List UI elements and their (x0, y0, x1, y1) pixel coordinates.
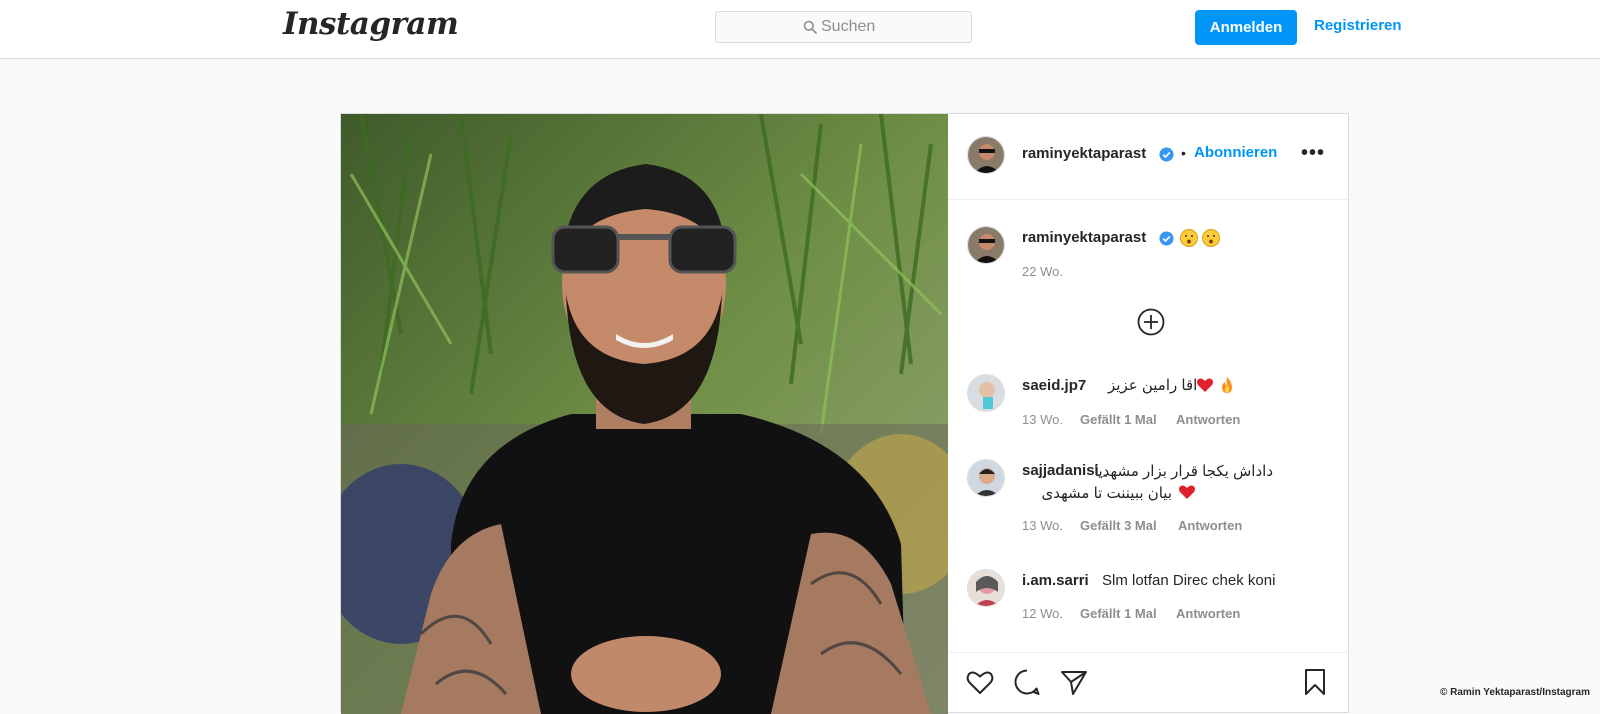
avatar-image (968, 375, 1004, 411)
caption-username[interactable]: raminyektaparast (1022, 229, 1146, 246)
search-box[interactable] (715, 11, 972, 43)
comment-text: Slm lotfan Direc chek koni (1102, 572, 1276, 589)
heart-emoji-icon (1197, 378, 1213, 392)
comment-text: داداش یکجا قرار بزار مشهدیا (1093, 463, 1273, 480)
author-avatar[interactable] (967, 136, 1005, 174)
follow-button[interactable]: Abonnieren (1194, 144, 1277, 161)
comment-text: اقا رامین عزیز (1108, 377, 1198, 394)
post-header: raminyektaparast • Abonnieren ••• (948, 114, 1348, 200)
more-icon[interactable]: ••• (1301, 142, 1325, 165)
avatar-image (968, 570, 1004, 606)
separator-dot: • (1181, 145, 1186, 161)
caption-timestamp: 22 Wo. (1022, 264, 1063, 279)
image-credit: © Ramin Yektaparast/Instagram (1439, 687, 1590, 698)
comment-likes[interactable]: Gefällt 3 Mal (1080, 518, 1157, 533)
avatar-image (968, 227, 1004, 263)
search-input[interactable] (821, 12, 961, 42)
comment-avatar[interactable] (967, 459, 1005, 497)
heart-icon[interactable] (965, 667, 995, 697)
sad-face-icon (1180, 229, 1198, 247)
comment-reply-button[interactable]: Antworten (1176, 606, 1240, 621)
comment-text-line-2: بیان ببیننت تا مشهدی (1041, 485, 1173, 502)
share-icon[interactable] (1059, 667, 1089, 697)
comment-likes[interactable]: Gefällt 1 Mal (1080, 412, 1157, 427)
comment-timestamp: 13 Wo. (1022, 412, 1063, 427)
register-link[interactable]: Registrieren (1314, 17, 1402, 34)
login-button[interactable]: Anmelden (1195, 10, 1297, 45)
verified-icon (1159, 147, 1174, 162)
fire-icon (1222, 377, 1232, 393)
comment-username[interactable]: i.am.sarri (1022, 572, 1089, 589)
comment-avatar[interactable] (967, 374, 1005, 412)
caption-avatar[interactable] (967, 226, 1005, 264)
top-navigation-bar: Instagram Anmelden Registrieren (0, 0, 1600, 59)
comment-timestamp: 12 Wo. (1022, 606, 1063, 621)
post-card: raminyektaparast • Abonnieren ••• raminy… (340, 113, 1349, 714)
comment-reply-button[interactable]: Antworten (1178, 518, 1242, 533)
comment-username[interactable]: saeid.jp7 (1022, 377, 1086, 394)
avatar-image (968, 137, 1004, 173)
author-username[interactable]: raminyektaparast (1022, 145, 1146, 162)
comment-icon[interactable] (1012, 667, 1042, 697)
load-more-icon[interactable] (1137, 308, 1165, 336)
verified-icon (1159, 231, 1174, 246)
sad-face-icon (1202, 229, 1220, 247)
avatar-image (968, 460, 1004, 496)
comment-likes[interactable]: Gefällt 1 Mal (1080, 606, 1157, 621)
heart-emoji-icon (1179, 485, 1195, 499)
instagram-logo[interactable]: Instagram (283, 6, 459, 42)
comment-avatar[interactable] (967, 569, 1005, 607)
search-icon (803, 20, 817, 34)
post-actions-bar (948, 652, 1348, 714)
bookmark-icon[interactable] (1300, 667, 1330, 697)
comment-reply-button[interactable]: Antworten (1176, 412, 1240, 427)
comment-timestamp: 13 Wo. (1022, 518, 1063, 533)
post-photo[interactable] (341, 114, 948, 714)
post-photo-image (341, 114, 948, 714)
post-sidebar: raminyektaparast • Abonnieren ••• raminy… (948, 114, 1348, 714)
